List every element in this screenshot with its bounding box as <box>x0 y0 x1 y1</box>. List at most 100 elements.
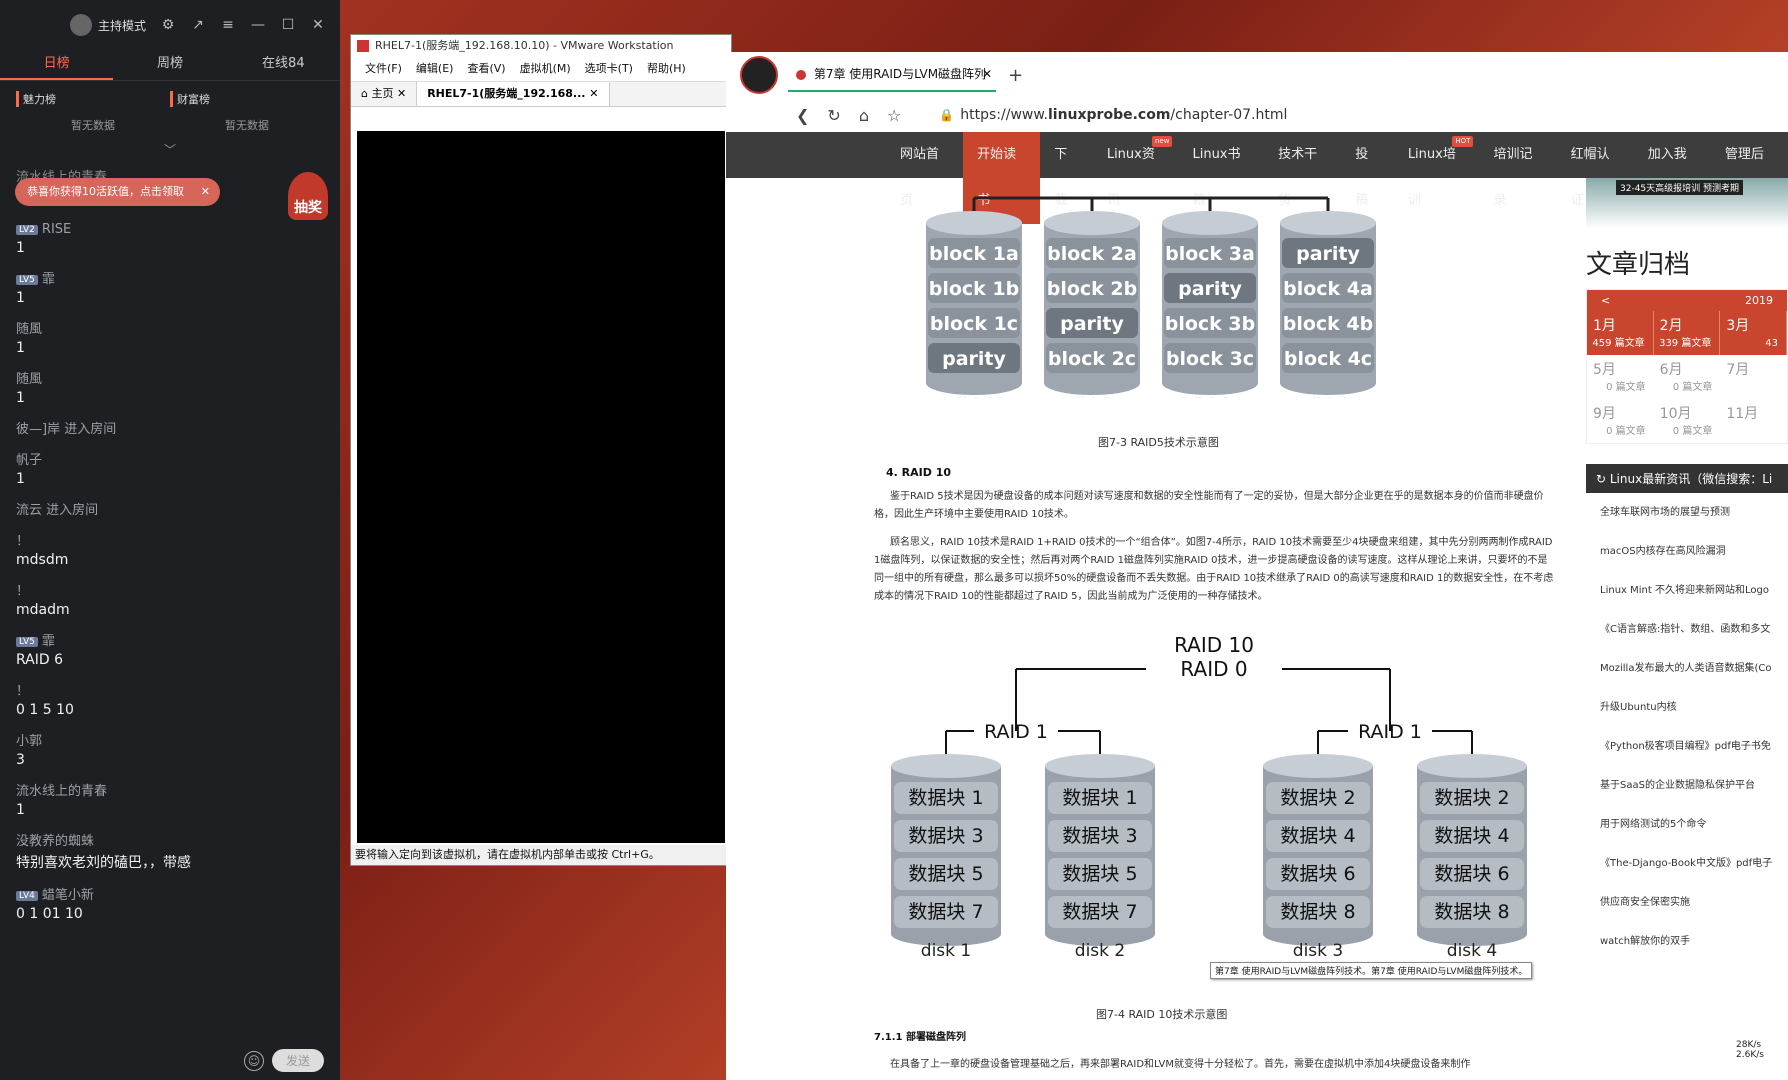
menu-item[interactable]: 虚拟机(M) <box>520 57 571 81</box>
calendar-month[interactable]: 7月 <box>1720 355 1787 399</box>
news-link[interactable]: 《C语言解惑:指针、数组、函数和多文 <box>1600 610 1788 649</box>
host-mode[interactable]: 主持模式 <box>69 14 146 36</box>
calendar-month[interactable]: 6月 0 篇文章 <box>1654 355 1721 399</box>
send-button[interactable]: 发送 <box>271 1049 324 1072</box>
menu-item[interactable]: 文件(F) <box>365 57 402 81</box>
chat-username-label: 霏 <box>41 634 55 649</box>
cylinder-top <box>1417 754 1527 778</box>
chat-username-label: 彼—]岸 进入房间 <box>16 422 117 437</box>
chat-username[interactable]: LV4 蜡笔小新 <box>16 884 324 903</box>
chat-username[interactable]: 随風 <box>16 318 324 337</box>
chat-username[interactable]: 帆子 <box>16 449 324 468</box>
vmware-menubar: 文件(F) 编辑(E) 查看(V) 虚拟机(M) 选项卡(T) 帮助(H) <box>351 57 731 82</box>
calendar-month[interactable]: 10月 0 篇文章 <box>1654 399 1721 443</box>
tab-weekly[interactable]: 周榜 <box>113 50 226 80</box>
tab-vm-label: RHEL7-1(服务端_192.168... <box>427 87 586 100</box>
chat-username[interactable]: 随風 <box>16 368 324 387</box>
prev-year-icon[interactable]: < <box>1601 294 1610 307</box>
chat-text: mdadm <box>16 602 70 618</box>
maximize-icon[interactable]: ☐ <box>280 17 296 33</box>
tab-daily[interactable]: 日榜 <box>0 50 114 80</box>
cylinder-top <box>891 754 1001 778</box>
reload-icon[interactable]: ↻ <box>827 106 840 125</box>
raid0-label: RAID 0 <box>1180 657 1247 681</box>
chat-username[interactable]: 小郭 <box>16 730 324 749</box>
chat-text: 1 <box>16 471 25 487</box>
news-link[interactable]: 基于SaaS的企业数据隐私保护平台 <box>1600 766 1788 805</box>
chat-username[interactable]: ！ <box>16 530 324 549</box>
chat-username[interactable]: LV5 霏 <box>16 630 324 649</box>
calendar-row: 1月 459 篇文章 2月 339 篇文章 3月 43 <box>1587 311 1788 355</box>
level-badge: LV5 <box>16 636 38 647</box>
back-icon[interactable]: ❮ <box>796 106 809 125</box>
calendar-month[interactable]: 3月 43 <box>1720 311 1788 355</box>
chat-message: LV5 霏 RAID 6 <box>16 630 324 668</box>
calendar-month[interactable]: 11月 <box>1720 399 1787 443</box>
disk-label: disk 3 <box>1190 395 1230 398</box>
tab-home[interactable]: ⌂ 主页 ✕ <box>351 82 418 106</box>
settings-icon[interactable]: ⚙ <box>160 17 176 33</box>
disk-cylinder: block 2a block 2b parity block 2c disk 2 <box>1044 211 1140 398</box>
close-icon[interactable]: ✕ <box>310 17 326 33</box>
menu-item[interactable]: 查看(V) <box>467 57 505 81</box>
emoji-icon[interactable]: ☺ <box>243 1050 264 1071</box>
close-icon[interactable]: ✕ <box>201 178 210 206</box>
share-icon[interactable]: ↗ <box>190 17 206 33</box>
tab-vm[interactable]: RHEL7-1(服务端_192.168... ✕ <box>417 82 610 106</box>
cylinder-top <box>1280 211 1376 235</box>
chat-username[interactable]: 彼—]岸 进入房间 <box>16 418 324 437</box>
disk-cylinder: 数据块 1 数据块 3 数据块 5 数据块 7 disk 2 <box>1045 754 1155 961</box>
news-link[interactable]: Mozilla发布最大的人类语音数据集(Co <box>1600 649 1788 688</box>
chat-username[interactable]: 流云 进入房间 <box>16 499 324 518</box>
chevron-down-icon[interactable]: ﹀ <box>0 141 340 158</box>
chat-username[interactable]: 流水线上的青春 <box>16 780 324 799</box>
training-banner[interactable]: 32-45天高级报培训 预测考期 <box>1586 178 1788 228</box>
chat-text: 0 1 5 10 <box>16 702 74 718</box>
news-link[interactable]: 升级Ubuntu内核 <box>1600 688 1788 727</box>
reward-text: 恭喜你获得10活跃值，点击领取 <box>27 185 184 198</box>
news-link[interactable]: 全球车联网市场的展望与预测 <box>1600 493 1788 532</box>
vmware-titlebar: RHEL7-1(服务端_192.168.10.10) - VMware Work… <box>351 35 731 57</box>
news-link[interactable]: macOS内核存在高风险漏洞 <box>1600 532 1788 571</box>
site-logo[interactable] <box>740 56 778 94</box>
calendar-month[interactable]: 9月 0 篇文章 <box>1587 399 1654 443</box>
chat-username[interactable]: ！ <box>16 580 324 599</box>
block-label: 数据块 2 <box>1280 787 1355 809</box>
calendar-month[interactable]: 2月 339 篇文章 <box>1653 311 1721 355</box>
site-navbar: 网站首页 开始读书 下载 Linux资讯 new Linux书籍 技术干货 投稿 Linux培训… <box>726 132 1788 224</box>
calendar-month[interactable]: 1月 459 篇文章 <box>1587 311 1654 355</box>
star-icon[interactable]: ☆ <box>887 106 901 125</box>
address-bar[interactable]: 🔒 https://www.linuxprobe.com/chapter-07.h… <box>939 107 1287 123</box>
news-link[interactable]: 《The-Django-Book中文版》pdf电子 <box>1600 844 1788 883</box>
reward-toast[interactable]: 恭喜你获得10活跃值，点击领取 ✕ <box>15 178 220 206</box>
level-badge: LV5 <box>16 274 38 285</box>
close-icon[interactable]: ✕ <box>982 58 992 90</box>
tab-online[interactable]: 在线84 <box>227 50 340 80</box>
chat-username[interactable]: ！ <box>16 680 324 699</box>
news-link[interactable]: Linux Mint 不久将迎来新网站和Logo <box>1600 571 1788 610</box>
browser-tabbar: 第7章 使用RAID与LVM磁盘阵列 ✕ + <box>726 52 1788 98</box>
calendar-month[interactable]: 5月 0 篇文章 <box>1587 355 1654 399</box>
chat-username[interactable]: 没教养的蜘蛛 <box>16 830 324 849</box>
home-icon[interactable]: ⌂ <box>859 106 869 125</box>
disk-label: disk 2 <box>1072 395 1112 398</box>
news-link[interactable]: 用于网络测试的5个命令 <box>1600 805 1788 844</box>
news-link[interactable]: 供应商安全保密实施 <box>1600 883 1788 922</box>
block-label: 数据块 4 <box>1280 825 1355 847</box>
vmware-tabs: ⌂ 主页 ✕ RHEL7-1(服务端_192.168... ✕ <box>351 82 731 107</box>
menu-item[interactable]: 帮助(H) <box>647 57 686 81</box>
news-link[interactable]: 《Python极客项目编程》pdf电子书免 <box>1600 727 1788 766</box>
chat-message: 流云 进入房间 <box>16 499 324 518</box>
menu-item[interactable]: 选项卡(T) <box>585 57 633 81</box>
chat-username[interactable]: LV2 RISE <box>16 222 324 237</box>
lottery-button[interactable]: 抽奖 <box>288 172 328 220</box>
menu-item[interactable]: 编辑(E) <box>416 57 454 81</box>
minimize-icon[interactable]: — <box>250 17 266 33</box>
new-tab-icon[interactable]: + <box>1008 65 1023 86</box>
news-link[interactable]: watch解放你的双手 <box>1600 922 1788 961</box>
chat-text: 特别喜欢老刘的磕巴，，带感 <box>16 855 191 871</box>
vm-console[interactable] <box>357 131 725 843</box>
chat-username[interactable]: LV5 霏 <box>16 268 324 287</box>
browser-tab[interactable]: 第7章 使用RAID与LVM磁盘阵列 ✕ <box>788 58 996 92</box>
menu-icon[interactable]: ≡ <box>220 17 236 33</box>
